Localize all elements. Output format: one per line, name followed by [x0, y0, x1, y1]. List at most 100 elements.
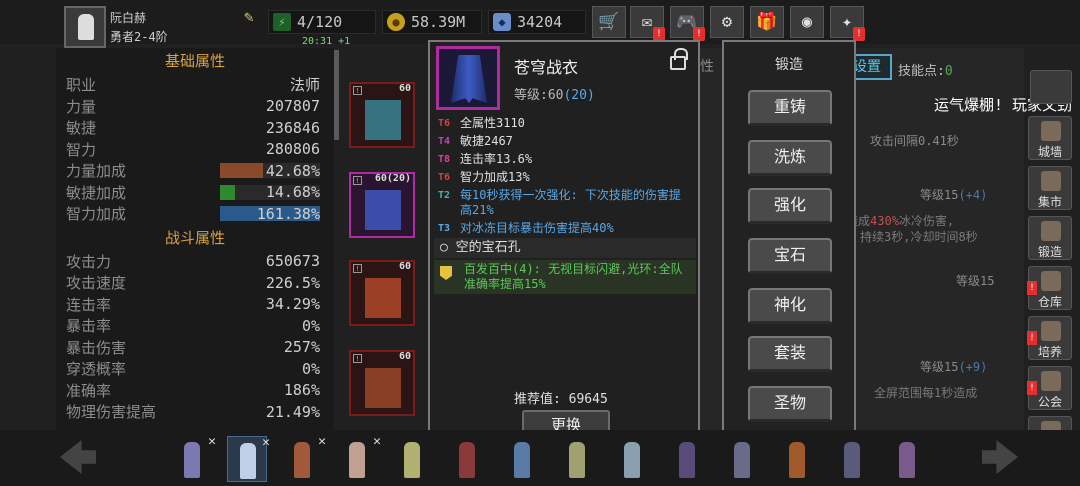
hero-slot[interactable]: ✕: [337, 434, 381, 482]
gamepad-button[interactable]: 🎮!: [670, 6, 705, 41]
hero-figure: [734, 442, 750, 478]
forge-button[interactable]: 重铸: [748, 90, 832, 126]
hero-slot[interactable]: ✕: [227, 435, 270, 482]
stat-row: 智力 280806: [56, 139, 334, 161]
stat-row: 暴击率 0%: [56, 315, 334, 337]
item-level-badge: 60: [398, 261, 411, 272]
stat-value: 186%: [283, 381, 320, 400]
attr-text: 智力加成13%: [460, 170, 530, 184]
hero-figure: [569, 442, 585, 478]
hero-slot[interactable]: [722, 436, 762, 482]
nav-item[interactable]: 仓库!: [1027, 266, 1072, 310]
gem-counter: ◆ 34204: [488, 10, 586, 34]
set-bonus: 百发百中(4): 无视目标闪避,光环:全队准确率提高15%: [434, 260, 696, 294]
skill-row-4-desc: 全屏范围每1秒造成: [874, 386, 978, 400]
stat-value: 14.68%: [265, 183, 320, 202]
hero-slot[interactable]: [392, 436, 432, 482]
stat-row: 物理伤害提高 21.49%: [56, 401, 334, 423]
basic-stats-title: 基础属性: [164, 52, 225, 70]
event-button[interactable]: ✦!: [830, 6, 865, 41]
nav-item[interactable]: 锻造: [1028, 216, 1072, 260]
edit-icon[interactable]: ✎: [244, 7, 254, 26]
item-art: [365, 368, 401, 408]
stat-value: 650673: [265, 252, 320, 271]
hero-slot[interactable]: [777, 436, 817, 482]
item-level-badge: 60(20): [374, 173, 411, 184]
hero-slot[interactable]: [887, 436, 927, 482]
forge-button[interactable]: 神化: [748, 288, 832, 324]
nav-icon: [1041, 371, 1061, 391]
item-name: 苍穹战衣: [514, 58, 579, 77]
gem-slot[interactable]: ○ 空的宝石孔: [434, 238, 696, 258]
nav-icon: [1041, 171, 1061, 191]
item-art: [365, 100, 401, 140]
stat-row: 攻击力 650673: [56, 251, 334, 273]
item-art: [365, 190, 401, 230]
stat-value: 226.5%: [265, 273, 320, 292]
special-attr-1: T2 每10秒获得一次强化: 下次技能的伤害提高21%: [438, 188, 681, 217]
attr-text: 敏捷2467: [460, 134, 513, 148]
attr-text: 连击率13.6%: [460, 152, 533, 166]
stat-value: 42.68%: [265, 161, 320, 180]
equipment-slot[interactable]: ! 60(20): [349, 172, 415, 238]
alert-icon: !: [1027, 381, 1037, 395]
nav-label: 仓库: [1037, 295, 1062, 309]
hero-slot[interactable]: [502, 436, 542, 482]
tab-attributes[interactable]: 性: [700, 56, 722, 78]
stat-label: 职业: [66, 76, 97, 95]
item-detail-popup: 苍穹战衣 等级:60(20) T6 全属性3110 T4 敏捷2467 T8 连击率13.…: [428, 40, 700, 446]
nav-item[interactable]: 城墙: [1028, 116, 1072, 160]
hero-slot[interactable]: ✕: [282, 434, 326, 482]
forge-button[interactable]: 圣物: [748, 386, 832, 422]
forge-button[interactable]: 洗炼: [748, 140, 832, 176]
player-avatar[interactable]: [64, 6, 106, 48]
shop-icon: 🛒: [598, 12, 620, 32]
hero-slot[interactable]: [667, 436, 707, 482]
stats-scrollbar[interactable]: [334, 50, 339, 140]
skill-row-2-desc: 造成430%冰冷伤害,: [846, 214, 955, 228]
hero-figure: [240, 443, 256, 479]
hero-slot[interactable]: ✕: [172, 434, 216, 482]
hero-figure: [844, 442, 860, 478]
hero-slot[interactable]: [612, 436, 652, 482]
equipment-list: ! 60 ! 60(20) ! 60 ! 60: [345, 48, 425, 430]
equipment-slot[interactable]: ! 60: [349, 82, 415, 148]
shop-button[interactable]: 🛒: [592, 6, 626, 38]
nav-item[interactable]: 集市: [1028, 166, 1072, 210]
nav-item[interactable]: 培养!: [1027, 316, 1072, 360]
forge-button[interactable]: 套装: [748, 336, 832, 372]
nav-item[interactable]: 公会!: [1027, 366, 1072, 410]
nav-label: 集市: [1037, 195, 1062, 209]
item-level: 等级:60(20): [514, 88, 595, 103]
tier-label: T6: [438, 118, 451, 129]
top-nav-button[interactable]: [1030, 70, 1072, 104]
forge-button[interactable]: 强化: [748, 188, 832, 224]
lock-icon[interactable]: [670, 48, 688, 70]
stat-value: 34.29%: [265, 295, 320, 314]
equipment-slot[interactable]: ! 60: [349, 260, 415, 326]
hero-slot[interactable]: [832, 436, 872, 482]
close-icon: ✕: [208, 434, 216, 449]
item-icon: [436, 46, 500, 110]
nav-icon: [1041, 321, 1061, 341]
stat-value: 236846: [265, 118, 320, 137]
hero-slot[interactable]: [557, 436, 597, 482]
item-art: [365, 278, 401, 318]
wheel-button[interactable]: ◉: [790, 6, 824, 38]
hero-figure: [789, 442, 805, 478]
stat-row: 力量加成 42.68%: [56, 160, 334, 182]
stat-row: 连击率 34.29%: [56, 294, 334, 316]
stat-value: 法师: [289, 76, 320, 95]
settings-button[interactable]: ⚙: [710, 6, 744, 38]
tier-label: T4: [438, 136, 451, 147]
forge-button[interactable]: 宝石: [748, 238, 832, 274]
stat-label: 暴击率: [66, 317, 112, 336]
event-icon: ✦: [841, 12, 853, 32]
gift-button[interactable]: 🎁: [750, 6, 784, 38]
equipment-slot[interactable]: ! 60: [349, 350, 415, 416]
stat-value: 207807: [265, 97, 320, 116]
hero-slot[interactable]: [447, 436, 487, 482]
mail-button[interactable]: ✉!: [630, 6, 665, 41]
player-rank: 勇者2-4阶: [110, 30, 168, 44]
gear-icon: ⚙: [721, 12, 733, 32]
